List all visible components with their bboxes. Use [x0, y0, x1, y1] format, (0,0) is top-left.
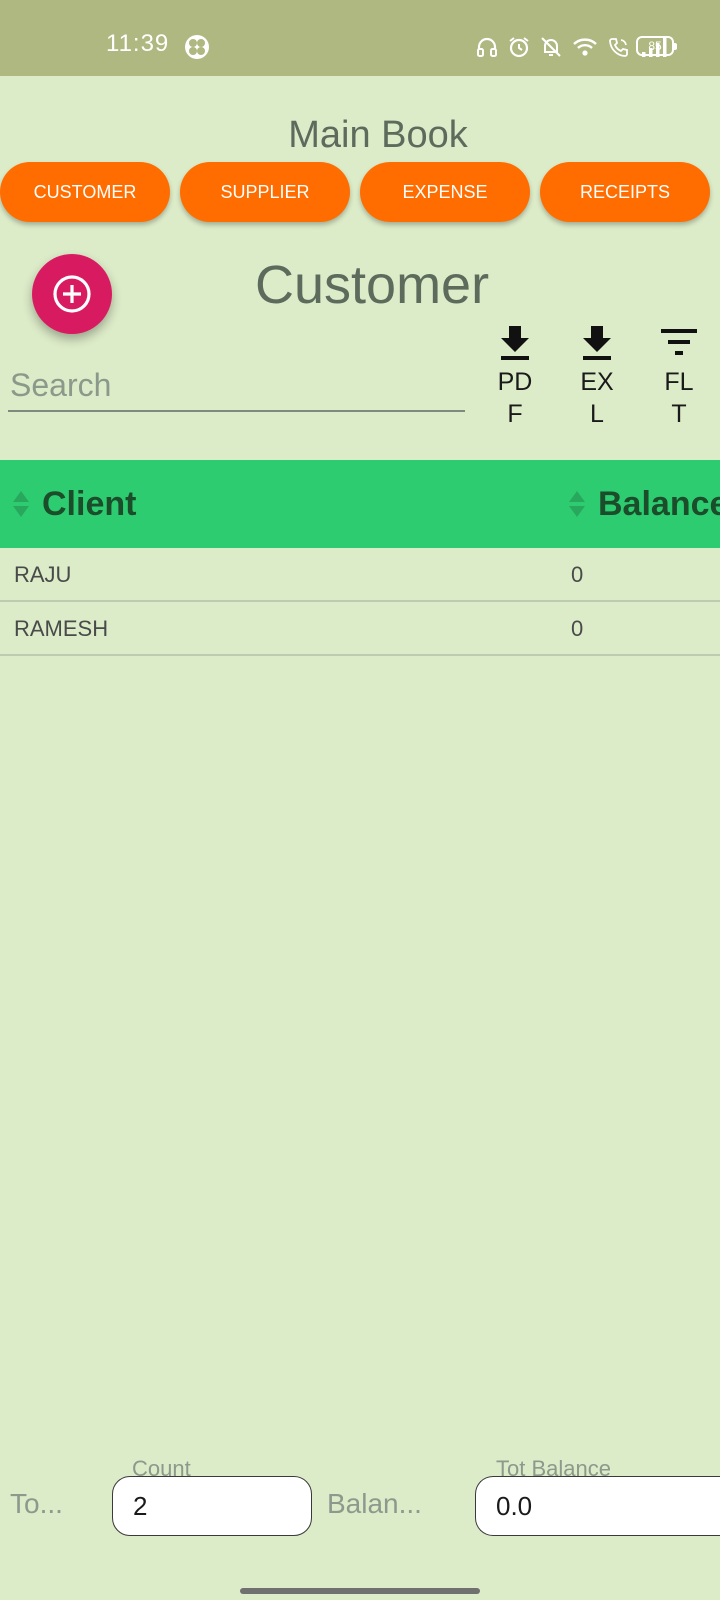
- nav-tabs: CUSTOMER SUPPLIER EXPENSE RECEIPTS: [0, 162, 720, 222]
- table-header: Client Balance: [0, 460, 720, 548]
- headphones-icon: [477, 37, 497, 57]
- column-header-label: Client: [42, 484, 137, 523]
- column-header-label: Balance: [598, 484, 720, 523]
- notifications-off-icon: [541, 37, 561, 57]
- tab-supplier[interactable]: SUPPLIER: [180, 162, 350, 222]
- sort-icon: [569, 491, 585, 517]
- excel-export-button[interactable]: EXL: [562, 324, 632, 444]
- count-field[interactable]: 2: [112, 1476, 312, 1536]
- add-circle-icon: [53, 275, 91, 313]
- table-row[interactable]: RAJU 0: [0, 548, 720, 602]
- status-time: 11:39: [106, 30, 170, 57]
- total-label: To...: [10, 1488, 63, 1519]
- balance-label: Balan...: [327, 1488, 422, 1519]
- wifi-icon: [573, 38, 597, 56]
- tab-receipts[interactable]: RECEIPTS: [540, 162, 710, 222]
- home-indicator[interactable]: [240, 1588, 480, 1594]
- tab-customer[interactable]: CUSTOMER: [0, 162, 170, 222]
- sort-icon: [13, 491, 29, 517]
- alarm-icon: [509, 37, 529, 58]
- client-cell: RAMESH: [14, 616, 109, 641]
- filter-button[interactable]: FLT: [644, 324, 714, 444]
- status-bar: 11:39 85: [0, 0, 720, 76]
- add-customer-button[interactable]: [32, 254, 112, 334]
- battery-icon: 85: [636, 36, 677, 56]
- app-notification-icon: [185, 35, 209, 59]
- pdf-label: PDF: [497, 368, 533, 428]
- download-icon: [583, 326, 611, 360]
- search-input[interactable]: [8, 360, 465, 412]
- wifi-calling-icon: [609, 38, 628, 57]
- table-row[interactable]: RAMESH 0: [0, 602, 720, 656]
- tab-expense[interactable]: EXPENSE: [360, 162, 530, 222]
- client-cell: RAJU: [14, 562, 72, 587]
- excel-label: EXL: [580, 368, 614, 428]
- filter-label: FLT: [664, 368, 694, 428]
- tot-balance-field[interactable]: 0.0: [475, 1476, 720, 1536]
- pdf-export-button[interactable]: PDF: [480, 324, 550, 444]
- balance-cell: 0: [571, 616, 584, 641]
- column-header-client[interactable]: Client: [12, 460, 136, 548]
- balance-cell: 0: [571, 562, 584, 587]
- section-title: Customer: [255, 255, 490, 315]
- column-header-balance[interactable]: Balance: [568, 460, 720, 548]
- download-icon: [501, 326, 529, 360]
- filter-icon: [661, 329, 697, 355]
- app-title: Main Book: [288, 114, 468, 156]
